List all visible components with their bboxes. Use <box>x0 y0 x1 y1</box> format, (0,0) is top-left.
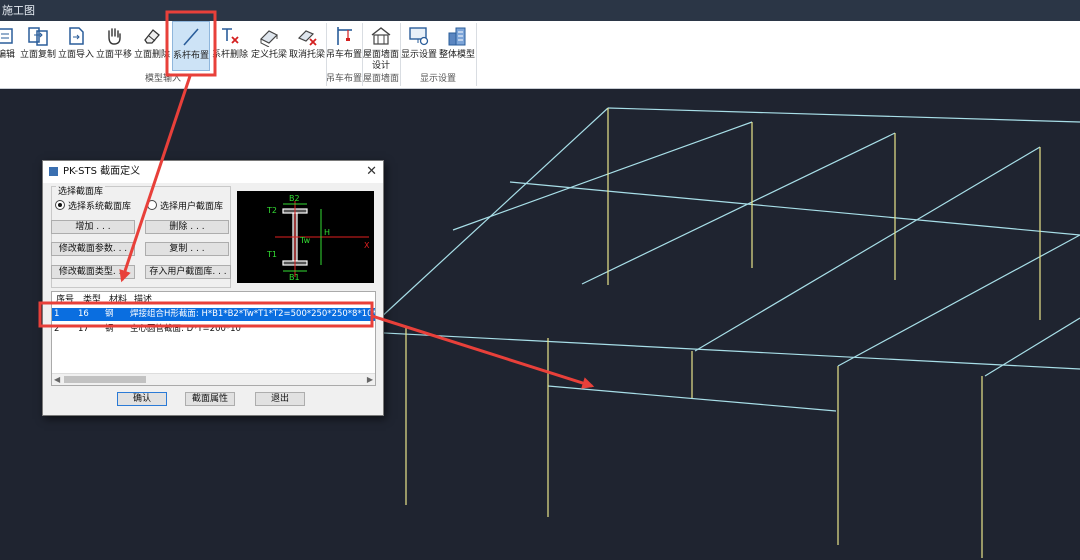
copy-button[interactable]: 复制 . . . <box>145 242 229 256</box>
delete-button[interactable]: 删除 . . . <box>145 220 229 234</box>
tie-rod-layout-icon <box>183 28 199 46</box>
preview-label-b2: B2 <box>289 194 300 203</box>
modify-type-button[interactable]: 修改截面类型. . . <box>51 265 135 279</box>
eraser-icon <box>144 29 160 44</box>
preview-label-h: H <box>324 228 330 237</box>
preview-label-tw: Tw <box>299 236 311 245</box>
hand-pan-icon <box>108 28 121 45</box>
define-support-beam-icon <box>259 30 279 47</box>
section-list[interactable]: 序号 类型 材料 描述 1 16 钢 焊接组合H形截面: H*B1*B2*Tw*… <box>51 291 376 386</box>
preview-label-t2: T2 <box>266 206 277 215</box>
display-settings-label: 显示设置 <box>400 50 437 60</box>
tie-rod-delete-icon <box>222 28 239 44</box>
wireframe-beams <box>364 107 1080 412</box>
section-definition-dialog: PK-STS 截面定义 ✕ 选择截面库 选择系统截面库 选择用户截面库 增加 .… <box>42 160 384 416</box>
elevation-copy-label: 立面复制 <box>19 50 56 60</box>
cancel-support-beam-icon <box>297 30 317 46</box>
roof-wall-design-label: 屋面墙面设计 <box>362 50 400 72</box>
section-properties-button[interactable]: 截面属性 <box>185 392 235 406</box>
cancel-support-beam-label: 取消托梁 <box>288 50 325 60</box>
scroll-right-icon[interactable]: ▶ <box>367 374 373 385</box>
elevation-copy-button[interactable]: 立面复制 <box>19 21 57 71</box>
radio-checked-icon <box>55 200 65 210</box>
title-bar: 施工图 <box>0 0 1080 21</box>
section-preview: B2 T2 H Tw T1 B1 X <box>237 191 374 283</box>
crane-layout-label: 吊车布置 <box>326 50 363 60</box>
list-header: 序号 类型 材料 描述 <box>52 292 375 306</box>
overall-model-label: 整体模型 <box>438 50 475 60</box>
cell-type: 17 <box>78 324 89 334</box>
cell-description: 空心圆管截面: D*T=200*10 <box>130 324 241 334</box>
user-library-radio[interactable]: 选择用户截面库 <box>147 199 223 212</box>
cell-type: 16 <box>78 309 89 319</box>
cancel-support-beam-button[interactable]: 取消托梁 <box>288 21 326 71</box>
scroll-left-icon[interactable]: ◀ <box>54 374 60 385</box>
col-description: 描述 <box>134 295 153 305</box>
elevation-delete-label: 立面删除 <box>133 50 170 60</box>
elevation-copy-icon <box>28 27 48 46</box>
scrollbar-thumb[interactable] <box>64 376 146 383</box>
dialog-title: PK-STS 截面定义 <box>63 166 141 177</box>
roof-wall-icon <box>371 27 391 45</box>
preview-label-x: X <box>364 241 370 250</box>
exit-button[interactable]: 退出 <box>255 392 305 406</box>
radio-unchecked-icon <box>147 200 157 210</box>
col-type: 类型 <box>83 295 102 305</box>
system-library-radio[interactable]: 选择系统截面库 <box>55 199 131 212</box>
modify-params-button[interactable]: 修改截面参数. . . <box>51 242 135 256</box>
list-row[interactable]: 1 16 钢 焊接组合H形截面: H*B1*B2*Tw*T1*T2=500*25… <box>52 308 375 321</box>
col-index: 序号 <box>56 295 75 305</box>
display-settings-icon <box>409 27 429 46</box>
roof-wall-design-label-text: 屋面墙面设计 <box>363 50 400 71</box>
add-button[interactable]: 增加 . . . <box>51 220 135 234</box>
crane-layout-button[interactable]: 吊车布置 <box>326 21 362 71</box>
horizontal-scrollbar[interactable]: ◀ ▶ <box>52 373 375 385</box>
elevation-pan-button[interactable]: 立面平移 <box>95 21 133 71</box>
ok-button[interactable]: 确认 <box>117 392 167 406</box>
list-row[interactable]: 2 17 钢 空心圆管截面: D*T=200*10 <box>52 323 375 336</box>
roof-wall-design-button[interactable]: 屋面墙面设计 <box>362 21 400 71</box>
app-icon <box>49 167 58 176</box>
define-support-beam-button[interactable]: 定义托梁 <box>250 21 288 71</box>
wireframe-columns <box>405 108 1041 558</box>
elevation-import-label: 立面导入 <box>57 50 94 60</box>
group-display-settings: 显示设置 <box>419 74 456 84</box>
elevation-pan-label: 立面平移 <box>95 50 132 60</box>
cell-material: 钢 <box>105 309 114 319</box>
edit-button[interactable]: 编辑 <box>0 21 18 71</box>
tie-rod-delete-label: 系杆删除 <box>211 50 248 60</box>
cell-description: 焊接组合H形截面: H*B1*B2*Tw*T1*T2=500*250*250*8… <box>130 309 376 319</box>
close-icon[interactable]: ✕ <box>366 161 377 183</box>
system-library-label: 选择系统截面库 <box>68 202 132 212</box>
app-title: 施工图 <box>2 4 35 17</box>
elevation-delete-button[interactable]: 立面删除 <box>133 21 171 71</box>
edit-label: 编辑 <box>0 50 15 60</box>
overall-model-button[interactable]: 整体模型 <box>438 21 476 71</box>
tie-rod-delete-button[interactable]: 系杆删除 <box>211 21 249 71</box>
elevation-import-button[interactable]: 立面导入 <box>57 21 95 71</box>
ribbon-toolbar: 编辑 立面复制 立面导入 立面平移 立面删除 系杆布置 系杆删除 定义托梁 取消… <box>0 21 1080 89</box>
col-material: 材料 <box>109 295 128 305</box>
define-support-beam-label: 定义托梁 <box>250 50 287 60</box>
elevation-import-icon <box>69 27 84 45</box>
user-library-label: 选择用户截面库 <box>160 202 224 212</box>
save-user-library-button[interactable]: 存入用户截面库. . . <box>145 265 231 279</box>
group-roof-wall: 屋面墙面 <box>362 74 399 84</box>
section-library-legend: 选择截面库 <box>56 184 106 197</box>
cell-index: 1 <box>54 309 60 319</box>
overall-model-icon <box>448 27 466 46</box>
preview-label-b1: B1 <box>289 273 300 282</box>
tie-rod-layout-button[interactable]: 系杆布置 <box>172 21 210 71</box>
dialog-titlebar[interactable]: PK-STS 截面定义 ✕ <box>43 161 383 183</box>
preview-label-t1: T1 <box>266 250 277 259</box>
group-crane-layout: 吊车布置 <box>326 74 363 84</box>
edit-icon <box>0 28 13 44</box>
tie-rod-layout-label: 系杆布置 <box>173 51 210 61</box>
ribbon-separator <box>476 23 477 86</box>
crane-layout-icon <box>337 27 352 45</box>
cell-material: 钢 <box>105 324 114 334</box>
group-model-input: 模型输入 <box>144 74 181 84</box>
display-settings-button[interactable]: 显示设置 <box>400 21 438 71</box>
cell-index: 2 <box>54 324 60 334</box>
